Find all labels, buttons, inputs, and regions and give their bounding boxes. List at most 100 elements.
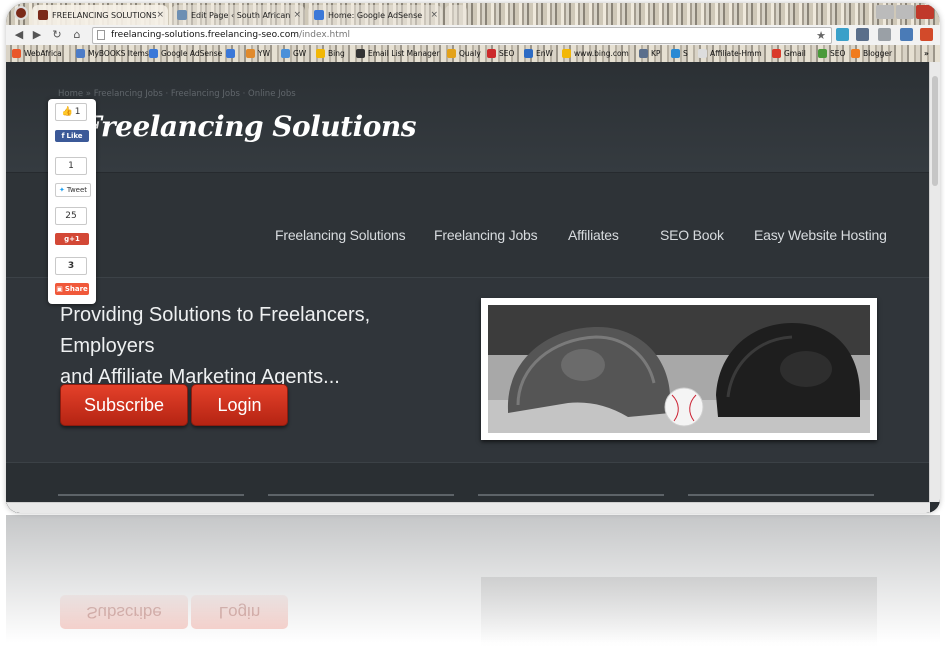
bookmark-item[interactable]: Email List Manager <box>356 47 440 60</box>
bookmark-label: Bing <box>328 49 345 58</box>
extension-icon[interactable] <box>836 28 849 41</box>
bookmark-item[interactable]: YW <box>246 47 270 60</box>
bookmark-label: Gmail <box>784 49 806 58</box>
column-divider <box>268 494 454 496</box>
bookmark-item[interactable] <box>226 47 238 60</box>
url-path: /index.html <box>299 30 351 40</box>
browser-window: FREELANCING SOLUTIONS × Edit Page ‹ Sout… <box>6 3 940 513</box>
hero-tagline: Providing Solutions to Freelancers, Empl… <box>60 300 440 393</box>
nav-item-freelancing-jobs[interactable]: Freelancing Jobs <box>434 227 538 243</box>
screenshot-reflection: Subscribe Login <box>6 515 940 657</box>
fb-like-button[interactable]: f Like <box>55 130 89 142</box>
tab-freelancing-solutions[interactable]: FREELANCING SOLUTIONS × <box>32 5 168 25</box>
home-icon[interactable]: ⌂ <box>70 28 84 41</box>
bookmark-item[interactable]: www.bing.com <box>562 47 629 60</box>
bookmark-favicon-icon <box>76 49 85 58</box>
bookmark-item[interactable]: Gmail <box>772 47 806 60</box>
tab-google-adsense[interactable]: Home: Google AdSense × <box>308 5 442 25</box>
reflection-photo <box>481 577 877 647</box>
bookmark-label: www.bing.com <box>574 49 629 58</box>
tab-strip: FREELANCING SOLUTIONS × Edit Page ‹ Sout… <box>6 3 940 25</box>
extension-icon[interactable] <box>900 28 913 41</box>
gplus-button[interactable]: g +1 <box>55 233 89 245</box>
gplus-count: 25 <box>55 207 87 225</box>
bookmark-item[interactable]: EnW <box>524 47 553 60</box>
nav-item-seo-book[interactable]: SEO Book <box>660 227 724 243</box>
bookmark-item[interactable]: SEO <box>818 47 845 60</box>
back-arrow-icon[interactable]: ◀ <box>12 28 26 41</box>
tab-favicon-icon <box>314 10 324 20</box>
bookmark-item[interactable]: S <box>671 47 688 60</box>
tweet-label: Tweet <box>66 186 88 194</box>
maximize-icon[interactable] <box>896 5 914 19</box>
fb-like-label: Like <box>66 132 83 140</box>
subscribe-button[interactable]: Subscribe <box>60 384 188 426</box>
facebook-icon: f <box>61 132 65 140</box>
window-controls <box>876 5 934 19</box>
nav-item-easy-website-hosting[interactable]: Easy Website Hosting <box>754 227 887 243</box>
bookmarks-bar: WebAfrica MyBOOKS Items Google AdSense Y… <box>6 45 940 62</box>
puzzle-icon[interactable] <box>856 28 869 41</box>
scrollbar-thumb[interactable] <box>932 76 938 186</box>
bookmark-favicon-icon <box>12 49 21 58</box>
bookmark-favicon-icon <box>698 49 707 58</box>
share-button[interactable]: ▣ Share <box>55 283 89 295</box>
tab-favicon-icon <box>177 10 187 20</box>
menu-icon[interactable] <box>920 28 933 41</box>
bookmark-label: WebAfrica <box>24 49 62 58</box>
bookmark-label: Blogger <box>863 49 893 58</box>
bookmark-item[interactable]: GW <box>281 47 306 60</box>
bookmark-item[interactable]: Blogger <box>851 47 892 60</box>
extension-icon[interactable] <box>878 28 891 41</box>
bookmark-star-icon[interactable]: ★ <box>816 28 826 43</box>
bookmark-label: SEO <box>830 49 846 58</box>
breadcrumb[interactable]: Home » Freelancing Jobs · Freelancing Jo… <box>58 89 296 99</box>
bookmark-label: SEO <box>499 49 515 58</box>
bookmarks-more-icon[interactable]: » <box>924 47 929 60</box>
reflection-subscribe: Subscribe <box>60 595 188 629</box>
tab-close-icon[interactable]: × <box>156 10 164 20</box>
tab-edit-page[interactable]: Edit Page ‹ South African Or × <box>171 5 305 25</box>
bookmark-favicon-icon <box>226 49 235 58</box>
address-bar[interactable]: freelancing-solutions.freelancing-seo.co… <box>92 27 832 44</box>
forward-arrow-icon[interactable]: ▶ <box>30 28 44 41</box>
horizontal-scrollbar[interactable] <box>6 502 930 513</box>
login-button[interactable]: Login <box>191 384 288 426</box>
tab-favicon-icon <box>38 10 48 20</box>
bookmark-favicon-icon <box>562 49 571 58</box>
bookmark-item[interactable]: Affiliate-Hmm <box>698 47 762 60</box>
baseball-helmets-image <box>488 305 870 433</box>
url-text: freelancing-solutions.freelancing-seo.co… <box>111 28 350 43</box>
nav-item-freelancing-solutions[interactable]: Freelancing Solutions <box>275 227 406 243</box>
minimize-icon[interactable] <box>876 5 894 19</box>
bookmark-favicon-icon <box>671 49 680 58</box>
reload-icon[interactable]: ↻ <box>50 28 64 41</box>
tab-title: Edit Page ‹ South African Or <box>191 10 294 20</box>
social-share-widget: 👍 1 f Like 1 ✦ Tweet 25 g +1 3 ▣ Share <box>48 99 96 304</box>
new-tab-button[interactable] <box>445 5 467 25</box>
bookmark-item[interactable]: Bing <box>316 47 345 60</box>
bookmark-item[interactable]: WebAfrica <box>12 47 62 60</box>
thumbs-up-icon: 👍 <box>61 107 73 117</box>
bookmark-item[interactable]: KP <box>639 47 660 60</box>
bookmark-label: S <box>683 49 688 58</box>
bookmark-item[interactable]: SEO <box>487 47 514 60</box>
tab-close-icon[interactable]: × <box>430 10 438 20</box>
vertical-scrollbar[interactable] <box>929 62 940 502</box>
tab-title: Home: Google AdSense <box>328 10 423 20</box>
bookmark-label: GW <box>293 49 307 58</box>
column-divider <box>688 494 874 496</box>
tab-close-icon[interactable]: × <box>293 10 301 20</box>
bookmark-favicon-icon <box>356 49 365 58</box>
tweet-button[interactable]: ✦ Tweet <box>55 183 91 197</box>
close-window-icon[interactable] <box>916 5 934 19</box>
share-icon: ▣ <box>56 285 63 293</box>
twitter-bird-icon: ✦ <box>58 186 65 194</box>
bookmark-item[interactable]: Qualy <box>447 47 481 60</box>
site-title[interactable]: Freelancing Solutions <box>82 110 417 143</box>
browser-logo-icon <box>14 6 28 20</box>
nav-item-affiliates[interactable]: Affiliates <box>568 227 619 243</box>
bookmark-item[interactable]: Google AdSense <box>149 47 222 60</box>
bookmark-item[interactable]: MyBOOKS Items <box>76 47 149 60</box>
bookmark-label: EnW <box>536 49 553 58</box>
